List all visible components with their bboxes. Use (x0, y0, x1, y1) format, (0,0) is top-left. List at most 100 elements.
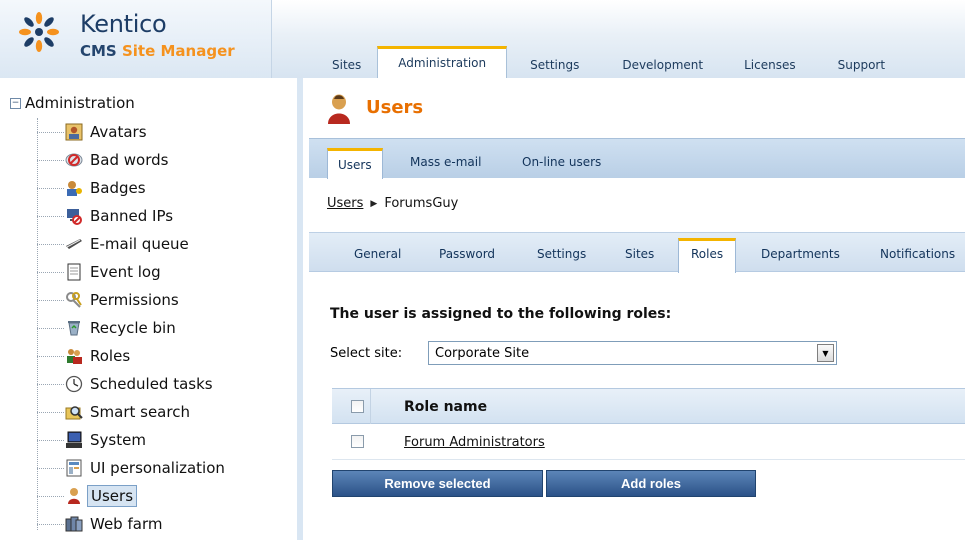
sidebar-item-event-log[interactable]: Event log (37, 260, 164, 284)
tree-root-administration[interactable]: − Administration (10, 94, 135, 112)
event-log-icon (64, 263, 84, 281)
sidebar-item-recycle-bin[interactable]: Recycle bin (37, 316, 179, 340)
tree-connector-dots (37, 187, 64, 189)
tab-sites-user[interactable]: Sites (625, 247, 654, 261)
tab-mass-email[interactable]: Mass e-mail (410, 155, 481, 169)
sidebar-tree: − Administration Avatars Bad words Badge… (0, 78, 303, 540)
permissions-icon (64, 291, 84, 309)
sidebar-item-label: Event log (90, 263, 161, 281)
add-roles-button[interactable]: Add roles (546, 470, 756, 497)
sidebar-item-label: E-mail queue (90, 235, 189, 253)
tab-support[interactable]: Support (817, 52, 906, 78)
site-select-value: Corporate Site (435, 345, 530, 361)
tab-general[interactable]: General (354, 247, 401, 261)
column-divider (370, 389, 371, 425)
logo-area: Kentico CMS Site Manager (0, 0, 272, 78)
row-checkbox[interactable] (351, 435, 364, 448)
tree-root-label[interactable]: Administration (25, 94, 135, 112)
tree-connector-dots (37, 327, 64, 329)
roles-grid-header: Role name (332, 388, 965, 425)
sidebar-item-roles[interactable]: Roles (37, 344, 133, 368)
tab-development[interactable]: Development (602, 52, 723, 78)
tab-online-users[interactable]: On-line users (522, 155, 601, 169)
tab-licenses[interactable]: Licenses (723, 52, 817, 78)
tree-connector-dots (37, 355, 64, 357)
tab-departments[interactable]: Departments (761, 247, 840, 261)
chevron-down-icon[interactable]: ▼ (817, 344, 834, 362)
sidebar-item-smart-search[interactable]: Smart search (37, 400, 193, 424)
web-farm-icon (64, 515, 84, 533)
page-title-bar: Users (309, 78, 965, 138)
remove-selected-button[interactable]: Remove selected (332, 470, 543, 497)
tree-connector-dots (37, 467, 64, 469)
table-row: Forum Administrators (332, 424, 965, 460)
sidebar-item-label: Recycle bin (90, 319, 176, 337)
sidebar-item-label: Avatars (90, 123, 147, 141)
logo-sub-accent: Site Manager (121, 42, 235, 60)
user-icon (328, 94, 350, 124)
tab-sites[interactable]: Sites (272, 52, 377, 78)
clock-icon (64, 375, 84, 393)
collapse-icon[interactable]: − (10, 97, 21, 109)
user-edit-tab-bar: General Password Settings Sites Roles De… (309, 232, 965, 273)
users-tab-bar: Users Mass e-mail On-line users (309, 138, 965, 179)
tree-connector-dots (37, 243, 64, 245)
sidebar-item-label: Permissions (90, 291, 179, 309)
breadcrumb-current: ForumsGuy (384, 196, 459, 211)
tab-roles[interactable]: Roles (678, 238, 737, 273)
sidebar-item-scheduled-tasks[interactable]: Scheduled tasks (37, 372, 216, 396)
sidebar-item-bad-words[interactable]: Bad words (37, 148, 171, 172)
system-icon (64, 431, 84, 449)
tab-users[interactable]: Users (327, 148, 383, 179)
sidebar-item-label: Web farm (90, 515, 163, 533)
tree-connector-dots (37, 299, 64, 301)
sidebar-item-permissions[interactable]: Permissions (37, 288, 182, 312)
banned-ip-icon (64, 207, 84, 225)
sidebar-item-users[interactable]: Users (37, 484, 138, 508)
tab-administration[interactable]: Administration (377, 46, 508, 78)
tree-connector-dots (37, 523, 64, 525)
sidebar-item-label: System (90, 431, 146, 449)
ui-personalization-icon (64, 459, 84, 477)
sidebar-item-badges[interactable]: Badges (37, 176, 149, 200)
column-header-role-name[interactable]: Role name (404, 399, 487, 415)
tab-settings[interactable]: Settings (507, 52, 602, 78)
tree-connector-dots (37, 495, 64, 497)
sidebar-item-email-queue[interactable]: E-mail queue (37, 232, 192, 256)
sidebar-item-system[interactable]: System (37, 428, 149, 452)
tab-notifications[interactable]: Notifications (880, 247, 955, 261)
logo-title: Kentico (80, 10, 167, 38)
select-site-label: Select site: (330, 346, 403, 361)
sidebar-item-ui-personalization[interactable]: UI personalization (37, 456, 228, 480)
sidebar-item-web-farm[interactable]: Web farm (37, 512, 165, 536)
tree-connector-dots (37, 215, 64, 217)
sidebar-item-banned-ips[interactable]: Banned IPs (37, 204, 176, 228)
sidebar-item-label: Users (87, 485, 138, 507)
tree-connector-dots (37, 159, 64, 161)
badges-icon (64, 179, 84, 197)
email-queue-icon (64, 235, 84, 253)
top-navigation: Sites Administration Settings Developmen… (272, 46, 906, 78)
logo-subtitle: CMS Site Manager (80, 42, 235, 60)
tree-connector-dots (37, 383, 64, 385)
main-content: Users Users Mass e-mail On-line users Us… (309, 78, 965, 540)
role-name-link[interactable]: Forum Administrators (404, 435, 545, 450)
breadcrumb: Users ▶ ForumsGuy (327, 196, 458, 211)
sidebar-item-avatars[interactable]: Avatars (37, 120, 150, 144)
breadcrumb-users-link[interactable]: Users (327, 196, 363, 211)
app-header: Kentico CMS Site Manager Sites Administr… (0, 0, 965, 78)
sidebar-item-label: UI personalization (90, 459, 225, 477)
tree-connector-dots (37, 271, 64, 273)
select-all-checkbox[interactable] (351, 400, 364, 413)
sidebar-item-label: Scheduled tasks (90, 375, 213, 393)
avatar-icon (64, 123, 84, 141)
tab-settings-user[interactable]: Settings (537, 247, 586, 261)
smart-search-icon (64, 403, 84, 421)
tab-password[interactable]: Password (439, 247, 495, 261)
sidebar-item-label: Bad words (90, 151, 169, 169)
recycle-bin-icon (64, 319, 84, 337)
logo-sub-prefix: CMS (80, 42, 122, 60)
site-select[interactable]: Corporate Site ▼ (428, 341, 837, 365)
tree-connector-dots (37, 439, 64, 441)
sidebar-item-label: Smart search (90, 403, 190, 421)
